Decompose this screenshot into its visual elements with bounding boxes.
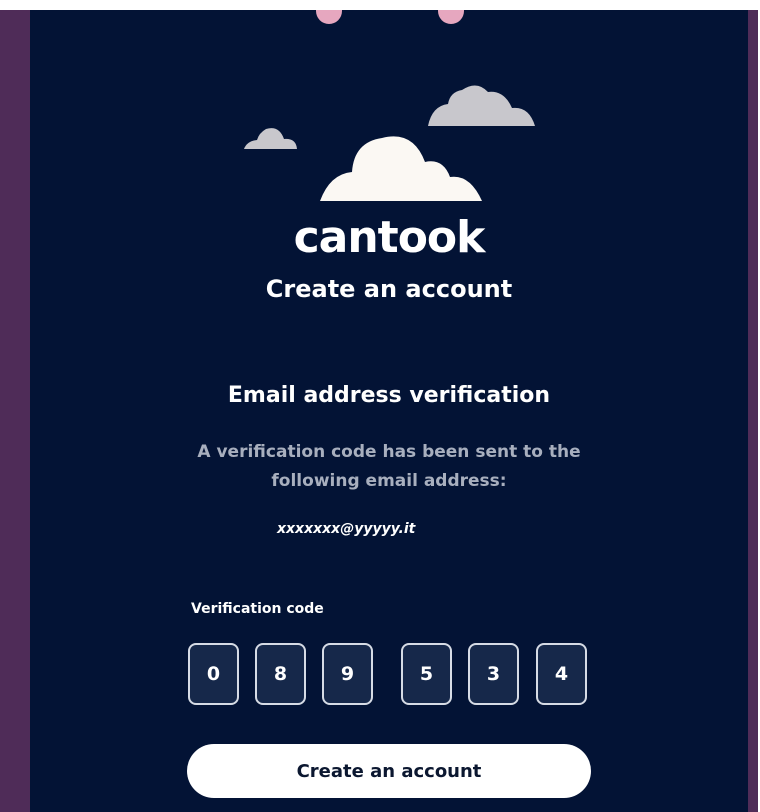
signup-panel: cantook Create an account Email address … <box>30 10 748 812</box>
code-digit-input-5[interactable]: 3 <box>468 643 519 705</box>
email-address: xxxxxxx@yyyyy.it <box>277 521 416 537</box>
cloud-small-right-icon <box>428 85 535 126</box>
info-line-2: following email address: <box>271 471 507 491</box>
code-digit-input-4[interactable]: 5 <box>401 643 452 705</box>
code-digit-input-6[interactable]: 4 <box>536 643 587 705</box>
page-title: Create an account <box>265 275 513 303</box>
code-digit-input-2[interactable]: 8 <box>255 643 306 705</box>
cloud-small-left-icon <box>244 128 297 149</box>
verification-info: A verification code has been sent to the… <box>180 438 598 496</box>
verification-code-label: Verification code <box>191 601 324 617</box>
create-account-button[interactable]: Create an account <box>187 744 591 798</box>
section-title: Email address verification <box>227 383 551 408</box>
clouds-illustration <box>244 85 535 201</box>
brand-logo: cantook <box>293 212 486 263</box>
info-line-1: A verification code has been sent to the <box>197 442 581 462</box>
code-digit-input-3[interactable]: 9 <box>322 643 373 705</box>
cloud-large-icon <box>320 136 482 201</box>
code-digit-input-1[interactable]: 0 <box>188 643 239 705</box>
